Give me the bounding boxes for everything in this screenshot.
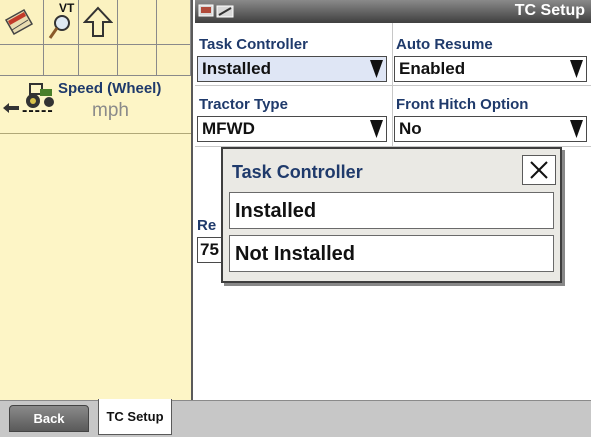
auto-resume-value: Enabled: [399, 59, 466, 78]
option-label: Installed: [235, 200, 317, 222]
speed-readout: Speed (Wheel) ----- mph: [0, 76, 191, 134]
dropdown-arrow-icon: [370, 120, 383, 138]
speed-label: Speed (Wheel): [58, 80, 162, 97]
softkey-slot[interactable]: [157, 45, 191, 76]
softkey-slot[interactable]: [44, 45, 79, 76]
tractor-type-dropdown[interactable]: MFWD: [197, 116, 387, 142]
up-arrow-icon: [83, 6, 113, 37]
up-button[interactable]: [79, 0, 118, 45]
dropdown-arrow-icon: [370, 60, 383, 78]
popup-title: Task Controller: [232, 162, 363, 182]
back-button[interactable]: Back: [9, 405, 89, 432]
vt-search-button[interactable]: VT: [44, 0, 79, 45]
implement-icon: [216, 5, 234, 18]
row-divider: [195, 85, 591, 86]
option-not-installed[interactable]: Not Installed: [229, 235, 554, 272]
softkey-slot[interactable]: [118, 45, 157, 76]
task-controller-popup: Task Controller Installed Not Installed: [221, 147, 562, 283]
tractor-type-label: Tractor Type: [199, 96, 288, 113]
page-title: TC Setup: [514, 2, 585, 19]
screen-icon: [198, 4, 214, 17]
option-installed[interactable]: Installed: [229, 192, 554, 229]
speed-unit: mph: [92, 100, 129, 121]
front-hitch-dropdown[interactable]: No: [394, 116, 587, 142]
task-controller-dropdown[interactable]: Installed: [197, 56, 387, 82]
magnifier-icon: [48, 15, 70, 39]
front-hitch-label: Front Hitch Option: [396, 96, 529, 113]
option-label: Not Installed: [235, 243, 356, 265]
dropdown-arrow-icon: [570, 120, 583, 138]
softkey-slot[interactable]: [118, 0, 157, 45]
left-arrow-icon: [3, 103, 19, 113]
tractor-type-value: MFWD: [202, 119, 255, 138]
softkey-slot[interactable]: [0, 45, 44, 76]
hidden-field-value: 75: [200, 240, 219, 259]
speed-value: -----: [22, 102, 54, 119]
book-tools-icon: [4, 8, 33, 36]
auto-resume-dropdown[interactable]: Enabled: [394, 56, 587, 82]
dropdown-arrow-icon: [570, 60, 583, 78]
close-icon: [530, 161, 548, 179]
sidebar: VT Speed (Wheel) ----- mph: [0, 0, 193, 400]
title-bar: TC Setup: [195, 0, 591, 23]
hidden-field-label: Re: [197, 217, 217, 234]
task-controller-label: Task Controller: [199, 36, 308, 53]
softkey-slot[interactable]: [157, 0, 191, 45]
task-controller-value: Installed: [202, 59, 271, 78]
front-hitch-value: No: [399, 119, 422, 138]
auto-resume-label: Auto Resume: [396, 36, 493, 53]
close-button[interactable]: [522, 155, 556, 185]
tab-tc-setup[interactable]: TC Setup: [98, 399, 172, 435]
softkey-slot[interactable]: [79, 45, 118, 76]
vt-button[interactable]: [0, 0, 44, 45]
